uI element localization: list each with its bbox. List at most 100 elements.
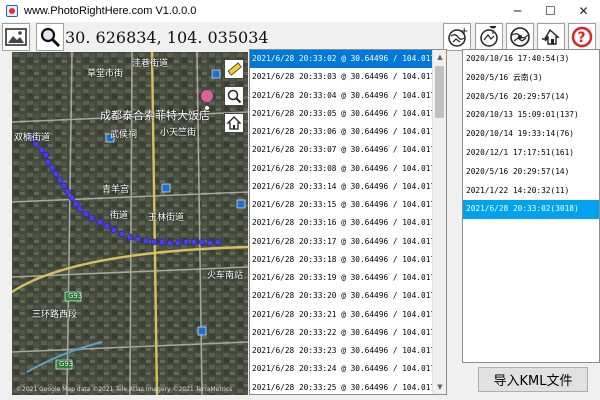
session-row[interactable]: 2020/5/16 20:29:57(14): [463, 163, 599, 182]
session-row[interactable]: 2021/6/28 20:33:02(3018): [463, 200, 599, 220]
session-row[interactable]: 2020/5/16 20:29:57(14): [463, 88, 599, 107]
title-bar: www.PhotoRightHere.com V1.0.0.0 ─ ☐ ✕: [0, 0, 600, 22]
track-row[interactable]: 2021/6/28 20:33:02 @ 30.64496 / 104.0174…: [250, 50, 446, 69]
svg-text:?: ?: [578, 30, 586, 46]
track-coord: @ 30.64496 / 104.01747: [341, 309, 445, 319]
satellite-imagery: [12, 52, 248, 395]
track-row[interactable]: 2021/6/28 20:33:04 @ 30.64496 / 104.0174…: [250, 87, 446, 105]
search-location-button[interactable]: [36, 23, 64, 51]
track-time: 2021/6/28 20:33:25: [252, 382, 337, 392]
map-label: 小天竺街: [160, 128, 197, 138]
track-time: 2021/6/28 20:33:07: [252, 145, 337, 155]
track-row[interactable]: 2021/6/28 20:33:22 @ 30.64496 / 104.0174…: [250, 324, 446, 342]
session-list[interactable]: 2020/10/16 17:40:54(3) 2020/5/16 云南(3) 202…: [462, 49, 600, 363]
open-photo-button[interactable]: [2, 23, 30, 51]
track-row[interactable]: 2021/6/28 20:33:24 @ 30.64496 / 104.0174…: [250, 360, 446, 378]
map-label: 玉林街道: [148, 213, 185, 223]
track-row[interactable]: 2021/6/28 20:33:18 @ 30.64496 / 104.0174…: [250, 251, 446, 269]
track-time: 2021/6/28 20:33:05: [252, 108, 337, 118]
home-arrow-icon: [542, 28, 560, 45]
help-button[interactable]: ?: [568, 23, 596, 51]
map-label: 洼巷街道: [132, 59, 169, 69]
track-coord: @ 30.64496 / 104.01747: [341, 254, 445, 264]
track-row[interactable]: 2021/6/28 20:33:06 @ 30.64496 / 104.0174…: [250, 123, 446, 141]
track-coord: @ 30.64496 / 104.01747: [341, 236, 445, 246]
close-button[interactable]: ✕: [567, 0, 600, 22]
track-coord: @ 30.64496 / 104.01747: [341, 163, 445, 173]
track-row[interactable]: 2021/6/28 20:33:16 @ 30.64496 / 104.0174…: [250, 214, 446, 232]
map-label: 火车南站: [207, 271, 244, 281]
maximize-button[interactable]: ☐: [534, 0, 567, 22]
map-label: 青羊宫: [102, 185, 130, 195]
track-row[interactable]: 2021/6/28 20:33:25 @ 30.64496 / 104.0174…: [250, 379, 446, 395]
track-time: 2021/6/28 20:33:17: [252, 236, 337, 246]
zoom-icon: [227, 89, 242, 104]
track-row[interactable]: 2021/6/28 20:33:08 @ 30.64496 / 104.0174…: [250, 160, 446, 178]
track-coord: @ 30.64496 / 104.01747: [341, 346, 445, 355]
track-row[interactable]: 2021/6/28 20:33:19 @ 30.64496 / 104.0174…: [250, 269, 446, 287]
session-row[interactable]: 2021/1/22 14:20:32(11): [463, 182, 599, 201]
globe-plus-icon: +: [448, 26, 468, 47]
ruler-icon: [227, 62, 242, 76]
track-row[interactable]: 2021/6/28 20:33:23 @ 30.64496 / 104.0174…: [250, 342, 446, 360]
session-row[interactable]: 2020/10/16 17:40:54(3): [463, 50, 599, 69]
track-row[interactable]: 2021/6/28 20:33:07 @ 30.64496 / 104.0174…: [250, 141, 446, 159]
track-coord: @ 30.64496 / 104.01746: [341, 72, 445, 82]
track-row[interactable]: 2021/6/28 20:33:15 @ 30.64496 / 104.0174…: [250, 196, 446, 214]
map-pin-button[interactable]: [475, 23, 503, 51]
add-location-button[interactable]: +: [443, 23, 471, 51]
import-kml-button[interactable]: 导入KML文件: [478, 367, 588, 392]
track-coord: @ 30.64496 / 104.01747: [341, 382, 445, 392]
map-label: 双楠街道: [14, 133, 51, 143]
track-time: 2021/6/28 20:33:22: [252, 327, 337, 337]
home-export-button[interactable]: [537, 23, 565, 51]
scroll-up-icon[interactable]: ▲: [433, 50, 446, 64]
track-time: 2021/6/28 20:33:16: [252, 218, 337, 228]
track-coord: @ 30.64496 / 104.01746: [341, 54, 445, 63]
highway-badge: G93: [59, 360, 74, 368]
home-icon: [226, 116, 242, 130]
scroll-thumb[interactable]: [435, 66, 444, 118]
minimize-button[interactable]: ─: [501, 0, 534, 22]
session-row[interactable]: 2020/12/1 17:17:51(161): [463, 144, 599, 163]
track-row[interactable]: 2021/6/28 20:33:03 @ 30.64496 / 104.0174…: [250, 68, 446, 86]
track-time: 2021/6/28 20:33:23: [252, 346, 337, 355]
track-coord: @ 30.64496 / 104.01747: [341, 364, 445, 374]
session-row[interactable]: 2020/5/16 云南(3): [463, 69, 599, 88]
track-row[interactable]: 2021/6/28 20:33:17 @ 30.64496 / 104.0174…: [250, 233, 446, 251]
map-label: 武侯祠: [110, 130, 138, 140]
session-row[interactable]: 2020/10/14 19:33:14(76): [463, 125, 599, 144]
track-time: 2021/6/28 20:33:06: [252, 127, 337, 136]
window-controls: ─ ☐ ✕: [501, 0, 600, 22]
track-time: 2021/6/28 20:33:04: [252, 90, 337, 100]
track-time: 2021/6/28 20:33:21: [252, 309, 337, 319]
window-title: www.PhotoRightHere.com V1.0.0.0: [24, 5, 197, 17]
map-label: 成都泰合索菲特大饭店: [100, 109, 210, 122]
ruler-tool-button[interactable]: [224, 59, 244, 79]
home-map-button[interactable]: [224, 113, 244, 133]
track-list-scrollbar[interactable]: ▲ ▼: [432, 50, 446, 394]
track-coord: @ 30.64496 / 104.01747: [341, 108, 445, 118]
track-time: 2021/6/28 20:33:19: [252, 273, 337, 282]
track-coord: @ 30.64496 / 104.01747: [341, 181, 445, 191]
help-icon: ?: [571, 26, 593, 48]
globe-network-button[interactable]: [506, 23, 534, 51]
track-row[interactable]: 2021/6/28 20:33:14 @ 30.64496 / 104.0174…: [250, 178, 446, 196]
globe-network-icon: [510, 27, 530, 47]
app-icon: [6, 5, 18, 17]
search-icon: [40, 27, 61, 48]
session-row[interactable]: 2020/10/13 15:09:01(137): [463, 106, 599, 125]
track-row[interactable]: 2021/6/28 20:33:20 @ 30.64496 / 104.0174…: [250, 287, 446, 305]
map-label: 三环路西段: [32, 310, 78, 320]
map-view[interactable]: 草堂市街 洼巷街道 成都泰合索菲特大饭店 武侯祠 双楠街道 小天竺街 青羊宫 玉…: [12, 52, 248, 395]
track-coord: @ 30.64496 / 104.01747: [341, 218, 445, 228]
zoom-map-button[interactable]: [224, 86, 244, 106]
track-row[interactable]: 2021/6/28 20:33:05 @ 30.64496 / 104.0174…: [250, 105, 446, 123]
track-time: 2021/6/28 20:33:15: [252, 200, 337, 209]
highway-badge: G93: [68, 292, 83, 300]
coordinate-display: 30. 626834, 104. 035034: [65, 28, 269, 47]
track-row[interactable]: 2021/6/28 20:33:21 @ 30.64496 / 104.0174…: [250, 306, 446, 324]
track-point-list[interactable]: 2021/6/28 20:33:02 @ 30.64496 / 104.0174…: [249, 49, 447, 395]
map-label: 草堂市街: [87, 69, 124, 79]
scroll-down-icon[interactable]: ▼: [433, 380, 446, 394]
